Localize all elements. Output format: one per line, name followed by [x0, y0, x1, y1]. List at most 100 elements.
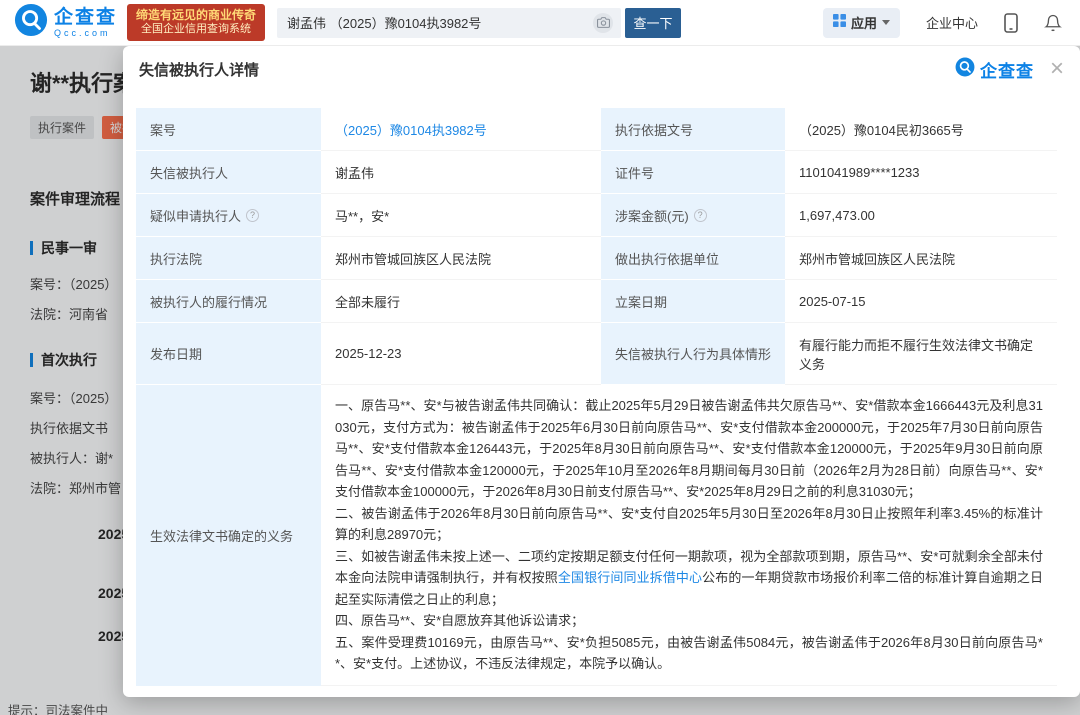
- paragraph-text: 一、原告马**、安*与被告谢孟伟共同确认：截止2025年5月29日被告谢孟伟共欠…: [335, 398, 1043, 499]
- label-basis-issuing-unit: 做出执行依据单位: [601, 237, 785, 280]
- modal-header: 失信被执行人详情 企查查 ×: [123, 46, 1080, 92]
- search-area: 谢孟伟 （2025）豫0104执3982号 查一下: [277, 8, 681, 38]
- search-input-value[interactable]: 谢孟伟 （2025）豫0104执3982号: [287, 13, 593, 32]
- value-id-number: 1101041989****1233: [785, 151, 1057, 194]
- label-execution-court: 执行法院: [136, 237, 321, 280]
- table-row: 被执行人的履行情况 全部未履行 立案日期 2025-07-15: [136, 280, 1057, 323]
- table-row: 发布日期 2025-12-23 失信被执行人行为具体情形 有履行能力而拒不履行生…: [136, 323, 1057, 385]
- paragraph-text: 二、被告谢孟伟于2026年8月30日前向原告马**、安*支付自2025年5月30…: [335, 506, 1043, 543]
- help-icon[interactable]: ?: [246, 209, 259, 222]
- label-dishonest-executee: 失信被执行人: [136, 151, 321, 194]
- help-icon[interactable]: ?: [694, 209, 707, 222]
- search-input[interactable]: 谢孟伟 （2025）豫0104执3982号: [277, 8, 621, 38]
- label-performance-status: 被执行人的履行情况: [136, 280, 321, 323]
- apps-label: 应用: [851, 13, 877, 32]
- label-text: 疑似申请执行人: [150, 206, 241, 225]
- mobile-app-icon[interactable]: [1004, 13, 1018, 33]
- obligation-row: 生效法律文书确定的义务 一、原告马**、安*与被告谢孟伟共同确认：截止2025年…: [136, 385, 1057, 686]
- value-dishonest-conduct: 有履行能力而拒不履行生效法律文书确定义务: [785, 323, 1057, 385]
- label-publish-date: 发布日期: [136, 323, 321, 385]
- table-row: 案号 （2025）豫0104执3982号 执行依据文号 （2025）豫0104民…: [136, 108, 1057, 151]
- apps-grid-icon: [833, 14, 846, 32]
- value-basis-doc-number: （2025）豫0104民初3665号: [785, 108, 1057, 151]
- value-text: 1101041989****1233: [799, 165, 920, 180]
- chevron-down-icon: [882, 20, 890, 25]
- value-text: 马**，安*: [335, 206, 389, 225]
- dishonest-executee-detail-modal: 失信被执行人详情 企查查 × 案号 （2025）豫0104执3982号 执行依据…: [123, 46, 1080, 697]
- paragraph-text: 五、案件受理费10169元，由原告马**、安*负担5085元，由被告谢孟伟508…: [335, 635, 1043, 672]
- search-button[interactable]: 查一下: [625, 8, 681, 38]
- value-text: 有履行能力而拒不履行生效法律文书确定义务: [799, 335, 1043, 373]
- label-text: 执行依据文号: [615, 120, 693, 139]
- label-text: 失信被执行人: [150, 163, 228, 182]
- label-text: 生效法律文书确定的义务: [150, 526, 293, 545]
- paragraph-text: 四、原告马**、安*自愿放弃其他诉讼请求；: [335, 613, 584, 628]
- enterprise-center-link[interactable]: 企业中心: [926, 13, 978, 32]
- obligation-paragraph: 一、原告马**、安*与被告谢孟伟共同确认：截止2025年5月29日被告谢孟伟共欠…: [335, 395, 1043, 503]
- label-text: 执行法院: [150, 249, 202, 268]
- value-text: 2025-12-23: [335, 346, 402, 361]
- label-dishonest-conduct: 失信被执行人行为具体情形: [601, 323, 785, 385]
- value-text: 全部未履行: [335, 292, 400, 311]
- qcc-logo-text: 企查查 Qcc.com: [54, 8, 117, 38]
- value-text: 谢孟伟: [335, 163, 374, 182]
- label-basis-doc-number: 执行依据文号: [601, 108, 785, 151]
- apps-menu[interactable]: 应用: [823, 8, 900, 38]
- top-navbar: 企查查 Qcc.com 缔造有远见的商业传奇 全国企业信用查询系统 谢孟伟 （2…: [0, 0, 1080, 46]
- value-publish-date: 2025-12-23: [321, 323, 601, 385]
- slogan-line2: 全国企业信用查询系统: [136, 23, 256, 37]
- label-text: 涉案金额(元): [615, 206, 689, 225]
- label-case-number: 案号: [136, 108, 321, 151]
- qcc-logo-icon: [955, 57, 975, 82]
- value-text: 2025-07-15: [799, 294, 866, 309]
- slogan-banner: 缔造有远见的商业传奇 全国企业信用查询系统: [127, 4, 265, 41]
- detail-table: 案号 （2025）豫0104执3982号 执行依据文号 （2025）豫0104民…: [136, 108, 1057, 686]
- value-text: 1,697,473.00: [799, 208, 875, 223]
- notification-bell-icon[interactable]: [1044, 14, 1062, 32]
- modal-title: 失信被执行人详情: [139, 59, 259, 80]
- value-case-number: （2025）豫0104执3982号: [321, 108, 601, 151]
- interbank-lending-center-link[interactable]: 全国银行间同业拆借中心: [558, 570, 702, 585]
- value-execution-court: 郑州市管城回族区人民法院: [321, 237, 601, 280]
- qcc-logo-icon: [14, 3, 48, 42]
- label-legal-obligation: 生效法律文书确定的义务: [136, 385, 321, 686]
- obligation-text: 一、原告马**、安*与被告谢孟伟共同确认：截止2025年5月29日被告谢孟伟共欠…: [335, 395, 1043, 675]
- qcc-logo[interactable]: 企查查 Qcc.com: [14, 3, 117, 42]
- table-row: 疑似申请执行人 ? 马**，安* 涉案金额(元) ? 1,697,473.00: [136, 194, 1057, 237]
- camera-search-icon[interactable]: [593, 13, 613, 33]
- label-filing-date: 立案日期: [601, 280, 785, 323]
- table-row: 执行法院 郑州市管城回族区人民法院 做出执行依据单位 郑州市管城回族区人民法院: [136, 237, 1057, 280]
- label-text: 失信被执行人行为具体情形: [615, 344, 771, 363]
- value-performance-status: 全部未履行: [321, 280, 601, 323]
- obligation-paragraph: 四、原告马**、安*自愿放弃其他诉讼请求；: [335, 610, 1043, 632]
- label-text: 做出执行依据单位: [615, 249, 719, 268]
- value-suspected-applicant: 马**，安*: [321, 194, 601, 237]
- close-icon[interactable]: ×: [1050, 57, 1064, 81]
- obligation-paragraph: 三、如被告谢孟伟未按上述一、二项约定按期足额支付任何一期款项，视为全部款项到期，…: [335, 546, 1043, 611]
- obligation-paragraph: 二、被告谢孟伟于2026年8月30日前向原告马**、安*支付自2025年5月30…: [335, 503, 1043, 546]
- label-id-number: 证件号: [601, 151, 785, 194]
- label-case-amount: 涉案金额(元) ?: [601, 194, 785, 237]
- label-suspected-applicant: 疑似申请执行人 ?: [136, 194, 321, 237]
- modal-brand-name: 企查查: [980, 57, 1034, 82]
- label-text: 证件号: [615, 163, 654, 182]
- label-text: 发布日期: [150, 344, 202, 363]
- value-text: （2025）豫0104民初3665号: [799, 120, 964, 139]
- obligation-paragraph: 五、案件受理费10169元，由原告马**、安*负担5085元，由被告谢孟伟508…: [335, 632, 1043, 675]
- label-text: 立案日期: [615, 292, 667, 311]
- brand-domain: Qcc.com: [54, 29, 117, 38]
- value-filing-date: 2025-07-15: [785, 280, 1057, 323]
- value-case-amount: 1,697,473.00: [785, 194, 1057, 237]
- value-text: 郑州市管城回族区人民法院: [335, 249, 491, 268]
- screen: 企查查 Qcc.com 缔造有远见的商业传奇 全国企业信用查询系统 谢孟伟 （2…: [0, 0, 1080, 715]
- brand-name: 企查查: [54, 8, 117, 27]
- value-legal-obligation: 一、原告马**、安*与被告谢孟伟共同确认：截止2025年5月29日被告谢孟伟共欠…: [321, 385, 1057, 686]
- label-text: 被执行人的履行情况: [150, 292, 267, 311]
- table-row: 失信被执行人 谢孟伟 证件号 1101041989****1233: [136, 151, 1057, 194]
- modal-brand-logo: 企查查: [955, 57, 1034, 82]
- case-number-link[interactable]: （2025）豫0104执3982号: [335, 120, 487, 139]
- label-text: 案号: [150, 120, 176, 139]
- value-text: 郑州市管城回族区人民法院: [799, 249, 955, 268]
- slogan-line1: 缔造有远见的商业传奇: [136, 8, 256, 23]
- value-dishonest-executee: 谢孟伟: [321, 151, 601, 194]
